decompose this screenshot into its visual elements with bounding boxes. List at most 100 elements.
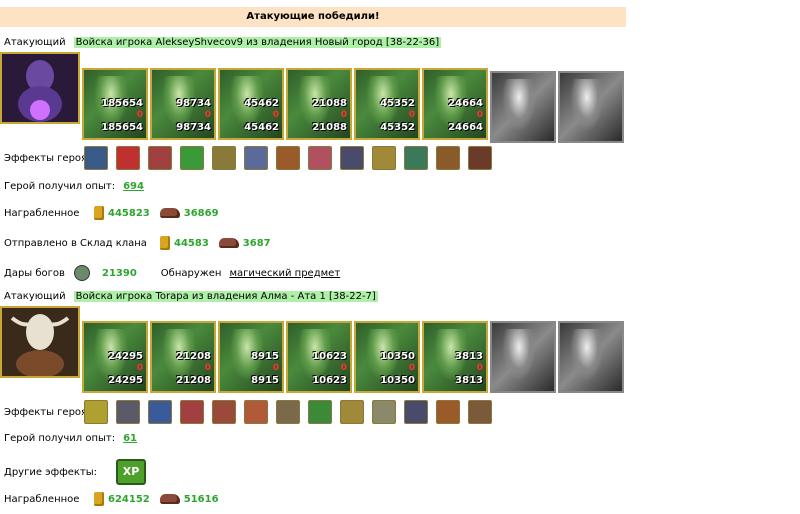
effect-icon[interactable]	[116, 400, 140, 424]
unit-count-end: 21088	[312, 122, 347, 133]
hero-portrait-2[interactable]	[0, 306, 80, 378]
ore-icon	[159, 494, 180, 504]
effect-icon[interactable]	[244, 146, 268, 170]
unit-count-start: 45462	[244, 98, 279, 109]
effect-icon[interactable]	[212, 146, 236, 170]
effect-icon[interactable]	[404, 146, 428, 170]
exp-label: Герой получил опыт:	[4, 433, 116, 444]
effect-icon[interactable]	[276, 146, 300, 170]
unit-slot[interactable]: 24295 0 24295	[82, 321, 148, 393]
found-item-link[interactable]: магический предмет	[229, 268, 340, 279]
unit-count-start: 98734	[176, 98, 211, 109]
unit-slot[interactable]: 185654 0 185654	[82, 68, 148, 140]
unit-count-start: 45352	[380, 98, 415, 109]
effect-icon[interactable]	[436, 146, 460, 170]
attacker-label: Атакующий	[4, 37, 66, 48]
unit-count-end: 21208	[176, 375, 211, 386]
unit-losses: 0	[136, 110, 143, 120]
unit-slot-empty[interactable]	[558, 71, 624, 143]
gold-icon	[94, 492, 104, 506]
effect-icon[interactable]	[340, 146, 364, 170]
gods-gifts-1: Дары богов 21390 Обнаружен магический пр…	[4, 265, 340, 281]
effect-icon[interactable]	[180, 400, 204, 424]
unit-count-start: 185654	[101, 98, 143, 109]
exp-value[interactable]: 694	[123, 181, 144, 192]
hero-2-image	[2, 308, 78, 376]
effect-icon[interactable]	[84, 146, 108, 170]
effect-icon[interactable]	[276, 400, 300, 424]
other-effects-label: Другие эффекты:	[4, 466, 98, 478]
unit-losses: 0	[408, 110, 415, 120]
gifts-value: 21390	[102, 267, 137, 279]
effect-icon[interactable]	[340, 400, 364, 424]
unit-slot[interactable]: 3813 0 3813	[422, 321, 488, 393]
attacker-label: Атакующий	[4, 291, 66, 302]
gifts-label: Дары богов	[4, 267, 65, 279]
ore-icon	[218, 238, 239, 248]
attacker-2-header: Атакующий Войска игрока Torapa из владен…	[4, 291, 378, 302]
exp-value[interactable]: 61	[123, 433, 137, 444]
unit-losses: 0	[204, 363, 211, 373]
clan-storage-1: Отправлено в Склад клана 44583 3687	[4, 236, 271, 250]
effect-icon[interactable]	[468, 146, 492, 170]
unit-count-start: 10350	[380, 351, 415, 362]
unit-losses: 0	[204, 110, 211, 120]
unit-slot-empty[interactable]	[490, 321, 556, 393]
effect-icon[interactable]	[372, 400, 396, 424]
gold-icon	[94, 206, 104, 220]
hero-effects-1: Эффекты героя:	[4, 146, 500, 170]
attacker-1-header: Атакующий Войска игрока AlekseyShvecov9 …	[4, 37, 442, 48]
attacker-2-name: Войска игрока Torapa из владения Алма - …	[73, 291, 378, 302]
found-label: Обнаружен	[160, 267, 222, 279]
unit-slot-empty[interactable]	[490, 71, 556, 143]
effect-icon[interactable]	[212, 400, 236, 424]
loot-gold: 445823	[108, 207, 150, 219]
unit-slot[interactable]: 8915 0 8915	[218, 321, 284, 393]
gold-icon	[160, 236, 170, 250]
unit-slot[interactable]: 45462 0 45462	[218, 68, 284, 140]
effect-icon[interactable]	[436, 400, 460, 424]
unit-count-end: 10350	[380, 375, 415, 386]
effect-icon[interactable]	[308, 146, 332, 170]
effect-icon[interactable]	[148, 146, 172, 170]
effect-icon[interactable]	[84, 400, 108, 424]
unit-count-end: 98734	[176, 122, 211, 133]
loot-label: Награбленное	[4, 493, 80, 505]
unit-count-end: 45462	[244, 122, 279, 133]
effect-icon[interactable]	[116, 146, 140, 170]
unit-count-end: 45352	[380, 122, 415, 133]
hero-1-image	[2, 54, 78, 122]
exp-label: Герой получил опыт:	[4, 181, 116, 192]
unit-losses: 0	[272, 363, 279, 373]
unit-figure	[502, 329, 536, 381]
unit-figure	[570, 329, 604, 381]
effect-icon[interactable]	[372, 146, 396, 170]
hero-effects-2: Эффекты героя:	[4, 400, 500, 424]
loot-gold: 624152	[108, 493, 150, 505]
unit-slot[interactable]: 21088 0 21088	[286, 68, 352, 140]
unit-slot[interactable]: 21208 0 21208	[150, 321, 216, 393]
effect-icon[interactable]	[468, 400, 492, 424]
unit-slot[interactable]: 98734 0 98734	[150, 68, 216, 140]
unit-count-end: 3813	[455, 375, 483, 386]
other-effects-2: Другие эффекты: XP	[4, 459, 146, 485]
effect-icon[interactable]	[244, 400, 268, 424]
unit-figure	[502, 79, 536, 131]
xp-icon[interactable]: XP	[116, 459, 146, 485]
loot-ore: 36869	[183, 207, 219, 219]
hero-exp-1: Герой получил опыт: 694	[4, 181, 144, 192]
effect-icon[interactable]	[180, 146, 204, 170]
clan-storage-label: Отправлено в Склад клана	[4, 237, 147, 249]
effect-icon[interactable]	[404, 400, 428, 424]
unit-slot[interactable]: 10623 0 10623	[286, 321, 352, 393]
unit-slot[interactable]: 10350 0 10350	[354, 321, 420, 393]
unit-slot-empty[interactable]	[558, 321, 624, 393]
unit-slot[interactable]: 24664 0 24664	[422, 68, 488, 140]
hero-portrait-1[interactable]	[0, 52, 80, 124]
effect-icon[interactable]	[148, 400, 172, 424]
ore-icon	[159, 208, 180, 218]
unit-losses: 0	[476, 363, 483, 373]
clan-ore: 3687	[242, 237, 271, 249]
unit-slot[interactable]: 45352 0 45352	[354, 68, 420, 140]
effect-icon[interactable]	[308, 400, 332, 424]
